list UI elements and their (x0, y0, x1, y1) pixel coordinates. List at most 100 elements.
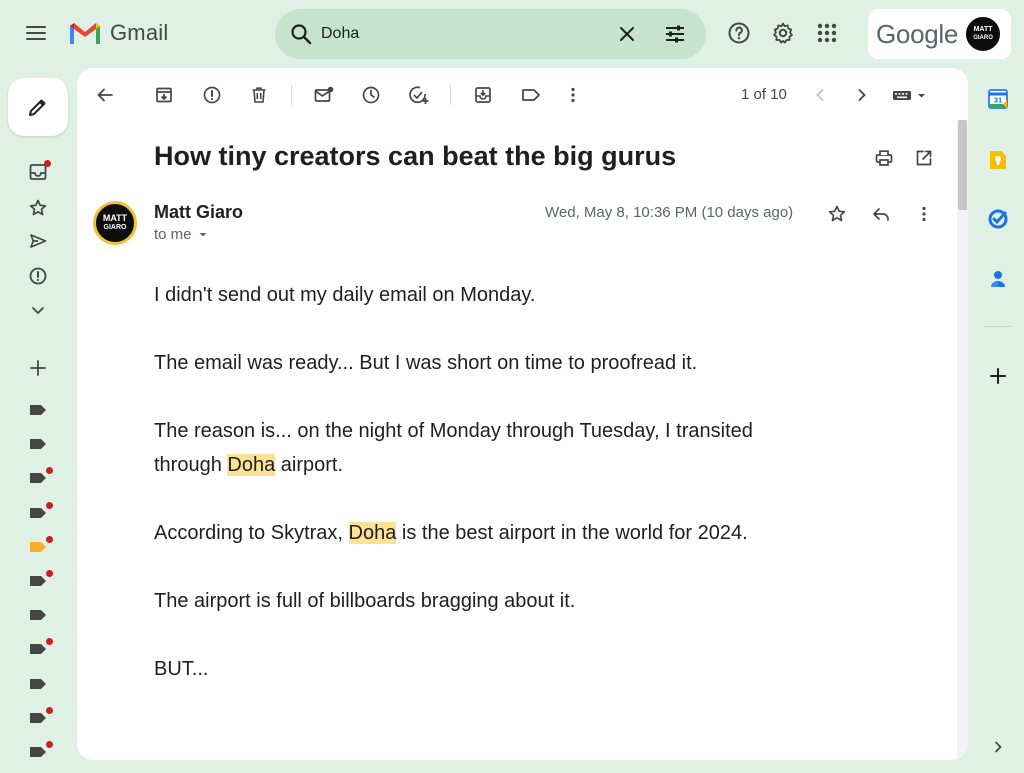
body-paragraph: The airport is full of billboards braggi… (154, 584, 794, 618)
mark-unread-icon[interactable] (312, 83, 336, 107)
label-tag-icon[interactable] (29, 438, 47, 450)
back-arrow-icon[interactable] (93, 83, 117, 107)
main-menu-icon[interactable] (24, 22, 48, 46)
compose-button[interactable] (8, 78, 68, 136)
star-icon[interactable] (825, 202, 849, 226)
search-icon[interactable] (289, 22, 313, 46)
paragraph-text: The airport is full of billboards braggi… (154, 590, 576, 612)
account-avatar[interactable]: MATT GIARO (966, 17, 1001, 51)
message-scrollbar[interactable] (957, 120, 968, 760)
search-highlight: Doha (227, 454, 276, 476)
sender-avatar-text-line1: MATT (102, 213, 128, 223)
gmail-m-icon (70, 23, 100, 44)
calendar-day-number: 31 (994, 96, 1002, 105)
delete-trash-icon[interactable] (247, 83, 271, 107)
google-tasks-icon[interactable] (986, 207, 1010, 231)
label-tag-icon[interactable] (29, 678, 47, 690)
starred-icon[interactable] (26, 196, 50, 220)
unread-dot (46, 638, 53, 646)
label-tag-icon[interactable] (29, 706, 53, 724)
avatar-text-line2: GIARO (973, 35, 993, 41)
unread-dot (44, 160, 51, 167)
newer-chevron-left-icon[interactable] (808, 83, 832, 107)
paragraph-text: The email was ready... But I was short o… (154, 352, 698, 374)
google-calendar-icon[interactable]: 31 (986, 87, 1010, 111)
label-tag-icon[interactable] (29, 609, 47, 621)
unread-dot (46, 570, 53, 577)
paragraph-text: I didn't send out my daily email on Mond… (154, 284, 536, 306)
message-toolbar: 1 of 10 (77, 68, 968, 122)
spam-icon[interactable] (26, 264, 50, 288)
settings-gear-icon[interactable] (770, 20, 796, 46)
search-bar[interactable] (275, 9, 706, 59)
report-spam-icon[interactable] (200, 83, 224, 107)
label-tag-icon[interactable] (29, 467, 53, 484)
top-bar: Gmail Google MATT GIARO (0, 0, 1024, 68)
sender-name[interactable]: Matt Giaro (154, 202, 243, 223)
body-paragraph: According to Skytrax, Doha is the best a… (154, 516, 794, 550)
unread-dot (46, 501, 53, 509)
pencil-icon (29, 99, 46, 116)
unread-dot (46, 706, 53, 714)
message-date: Wed, May 8, 10:36 PM (10 days ago) (545, 204, 794, 221)
right-rail-divider (985, 326, 1011, 327)
sender-avatar-text-line2: GIARO (103, 224, 127, 231)
archive-icon[interactable] (152, 83, 176, 107)
label-tag-icon[interactable] (29, 638, 53, 655)
inbox-icon[interactable] (26, 160, 51, 184)
older-chevron-right-icon[interactable] (850, 83, 874, 107)
unread-dot (46, 467, 53, 475)
input-tools-keyboard-icon[interactable] (891, 83, 931, 107)
google-wordmark: Google (876, 18, 959, 49)
email-subject: How tiny creators can beat the big gurus (154, 141, 677, 171)
sender-avatar-image: MATT GIARO (93, 201, 137, 245)
snooze-clock-icon[interactable] (359, 83, 383, 107)
pagination-count: 1 of 10 (741, 86, 787, 103)
more-options-icon[interactable] (561, 83, 585, 107)
google-account-button[interactable]: Google MATT GIARO (868, 9, 1011, 59)
move-to-icon[interactable] (471, 83, 495, 107)
body-paragraph: The reason is... on the night of Monday … (154, 414, 794, 482)
label-tag-icon[interactable] (29, 570, 53, 587)
paragraph-text: airport. (275, 454, 344, 476)
add-to-tasks-icon[interactable] (407, 83, 431, 107)
print-icon[interactable] (872, 146, 896, 170)
get-addons-plus-icon[interactable] (986, 364, 1010, 388)
email-body: I didn't send out my daily email on Mond… (154, 278, 794, 720)
label-tag-icon[interactable] (29, 404, 47, 416)
search-input[interactable] (321, 21, 601, 47)
body-paragraph: The email was ready... But I was short o… (154, 346, 794, 380)
google-keep-icon[interactable] (986, 148, 1010, 172)
clear-search-icon[interactable] (615, 22, 639, 46)
create-label-plus-icon[interactable] (26, 356, 50, 380)
sender-avatar[interactable]: MATT GIARO (93, 201, 137, 245)
google-apps-icon[interactable] (814, 20, 840, 46)
paragraph-text: is the best airport in the world for 202… (396, 522, 748, 544)
gmail-wordmark: Gmail (110, 20, 169, 45)
toolbar-divider (450, 85, 451, 105)
paragraph-text: According to Skytrax, (154, 522, 349, 544)
sent-icon[interactable] (26, 229, 50, 253)
gmail-logo[interactable]: Gmail (68, 20, 168, 46)
open-in-new-window-icon[interactable] (912, 146, 936, 170)
recipient-label: to me (154, 226, 192, 243)
search-highlight: Doha (348, 522, 397, 544)
more-chevron-down-icon[interactable] (26, 298, 50, 322)
recipient-details-toggle[interactable]: to me (154, 226, 208, 243)
label-tag-icon[interactable] (29, 535, 53, 553)
label-tag-icon[interactable] (519, 83, 543, 107)
label-tag-icon[interactable] (29, 741, 53, 758)
label-tag-icon[interactable] (29, 501, 53, 519)
unread-dot (46, 741, 53, 748)
message-more-options-icon[interactable] (912, 202, 936, 226)
toolbar-divider (291, 85, 292, 105)
caret-down-icon (199, 232, 207, 236)
scrollbar-thumb[interactable] (958, 120, 967, 210)
search-options-icon[interactable] (663, 22, 687, 46)
expand-side-panel-chevron-icon[interactable] (986, 735, 1010, 759)
avatar-text-line1: MATT (973, 26, 993, 33)
reply-icon[interactable] (869, 202, 893, 226)
body-paragraph: I didn't send out my daily email on Mond… (154, 278, 794, 312)
google-contacts-icon[interactable] (986, 267, 1010, 291)
help-icon[interactable] (726, 20, 752, 46)
